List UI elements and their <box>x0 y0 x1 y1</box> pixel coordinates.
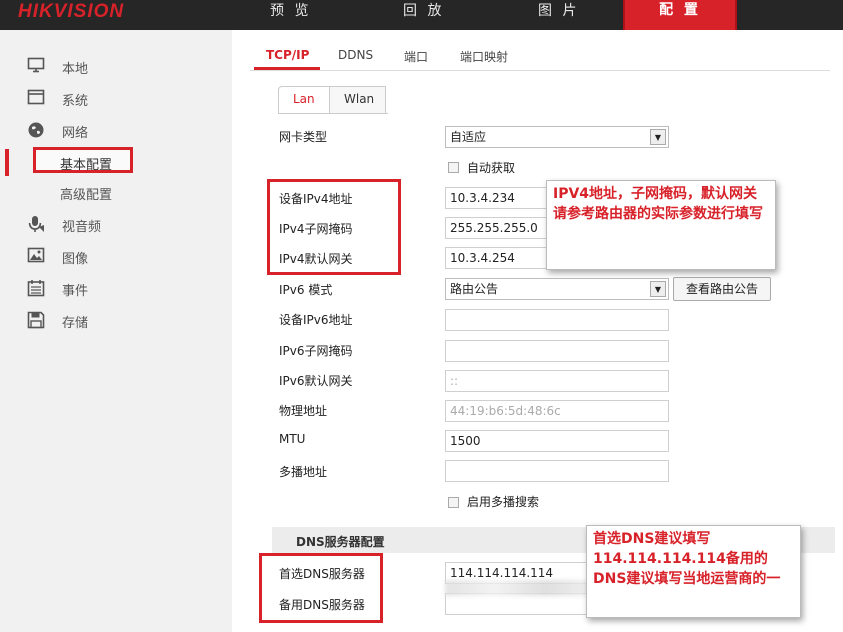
mtu-field[interactable]: 1500 <box>445 430 669 452</box>
nav-picture[interactable]: 图 片 <box>538 0 579 30</box>
tab-divider <box>250 70 830 71</box>
top-navigation-bar: HIKVISION 预 览 回 放 图 片 配 置 <box>0 0 843 32</box>
subtab-bar: Lan Wlan <box>278 86 388 114</box>
ipv6-address-field[interactable] <box>445 309 669 331</box>
ipv6-gateway-field[interactable]: :: <box>445 370 669 392</box>
ipv6-mode-value: 路由公告 <box>450 282 499 296</box>
window-icon <box>26 89 46 107</box>
globe-icon <box>26 121 46 139</box>
ipv6-mask-field[interactable] <box>445 340 669 362</box>
view-route-advertisement-button[interactable]: 查看路由公告 <box>673 277 771 301</box>
multicast-address-label: 多播地址 <box>279 465 328 479</box>
sidebar-item-label: 网络 <box>62 126 89 141</box>
dns-highlight-box <box>259 553 383 623</box>
tab-ddns[interactable]: DDNS <box>338 48 373 62</box>
tab-port[interactable]: 端口 <box>404 48 428 65</box>
sidebar-item-event[interactable]: 事件 <box>0 276 232 300</box>
monitor-icon <box>26 57 46 75</box>
auto-obtain-label: 自动获取 <box>467 161 516 175</box>
calendar-icon <box>26 279 46 297</box>
active-indicator <box>5 149 9 176</box>
storage-icon <box>26 311 46 329</box>
ipv6-mask-label: IPv6子网掩码 <box>279 344 353 358</box>
nic-type-label: 网卡类型 <box>279 130 328 144</box>
brand-logo: HIKVISION <box>18 1 125 22</box>
nav-configuration[interactable]: 配 置 <box>623 0 737 32</box>
nic-type-select[interactable]: 自适应 ▼ <box>445 126 669 148</box>
sidebar-item-label: 本地 <box>62 62 89 77</box>
ipv6-address-label: 设备IPv6地址 <box>279 313 353 327</box>
multicast-search-label: 启用多播搜索 <box>467 495 540 509</box>
multicast-address-field[interactable] <box>445 460 669 482</box>
tab-port-mapping[interactable]: 端口映射 <box>460 48 508 65</box>
tab-tcpip[interactable]: TCP/IP <box>266 48 309 62</box>
sidebar-item-label: 高级配置 <box>60 188 113 203</box>
audio-video-icon <box>26 215 46 233</box>
ipv6-mode-select[interactable]: 路由公告 ▼ <box>445 278 669 300</box>
sidebar-item-label: 存储 <box>62 316 89 331</box>
ipv6-mode-label: IPv6 模式 <box>279 283 333 297</box>
mac-address-label: 物理地址 <box>279 404 328 418</box>
sidebar-item-label: 基本配置 <box>60 158 113 173</box>
auto-obtain-checkbox[interactable] <box>448 162 459 173</box>
ipv6-gateway-label: IPv6默认网关 <box>279 374 353 388</box>
mac-address-field: 44:19:b6:5d:48:6c <box>445 400 669 422</box>
sidebar-item-basic-config[interactable]: 基本配置 <box>33 147 133 173</box>
sidebar-item-storage[interactable]: 存储 <box>0 308 232 332</box>
chevron-down-icon: ▼ <box>650 281 666 297</box>
dns-section-title: DNS服务器配置 <box>296 535 385 549</box>
sidebar-item-advanced-config[interactable]: 高级配置 <box>0 180 232 204</box>
chevron-down-icon: ▼ <box>650 129 666 145</box>
nav-playback[interactable]: 回 放 <box>403 0 444 30</box>
sidebar-item-network[interactable]: 网络 <box>0 118 232 142</box>
ipv4-highlight-box <box>267 179 401 275</box>
sidebar-item-label: 视音频 <box>62 220 102 235</box>
sidebar-item-audio-video[interactable]: 视音频 <box>0 212 232 236</box>
sidebar: 本地 系统 网络 基本配置 高级配置 视音频 图像 事件 存储 <box>0 30 232 632</box>
subtab-wlan[interactable]: Wlan <box>330 86 386 113</box>
multicast-search-checkbox[interactable] <box>448 497 459 508</box>
sidebar-item-label: 图像 <box>62 252 89 267</box>
mtu-label: MTU <box>279 432 306 446</box>
subtab-lan[interactable]: Lan <box>278 86 330 113</box>
dns-annotation-callout: 首选DNS建议填写114.114.114.114备用的DNS建议填写当地运营商的… <box>586 525 801 618</box>
sidebar-item-system[interactable]: 系统 <box>0 86 232 110</box>
ipv4-annotation-callout: IPV4地址，子网掩码，默认网关请参考路由器的实际参数进行填写 <box>546 180 776 270</box>
nav-preview[interactable]: 预 览 <box>270 0 311 30</box>
sidebar-item-label: 系统 <box>62 94 89 109</box>
sidebar-item-label: 事件 <box>62 284 89 299</box>
sidebar-item-local[interactable]: 本地 <box>0 54 232 78</box>
sidebar-item-image[interactable]: 图像 <box>0 244 232 268</box>
nic-type-value: 自适应 <box>450 130 487 144</box>
active-tab-underline <box>254 67 320 70</box>
image-icon <box>26 247 46 265</box>
